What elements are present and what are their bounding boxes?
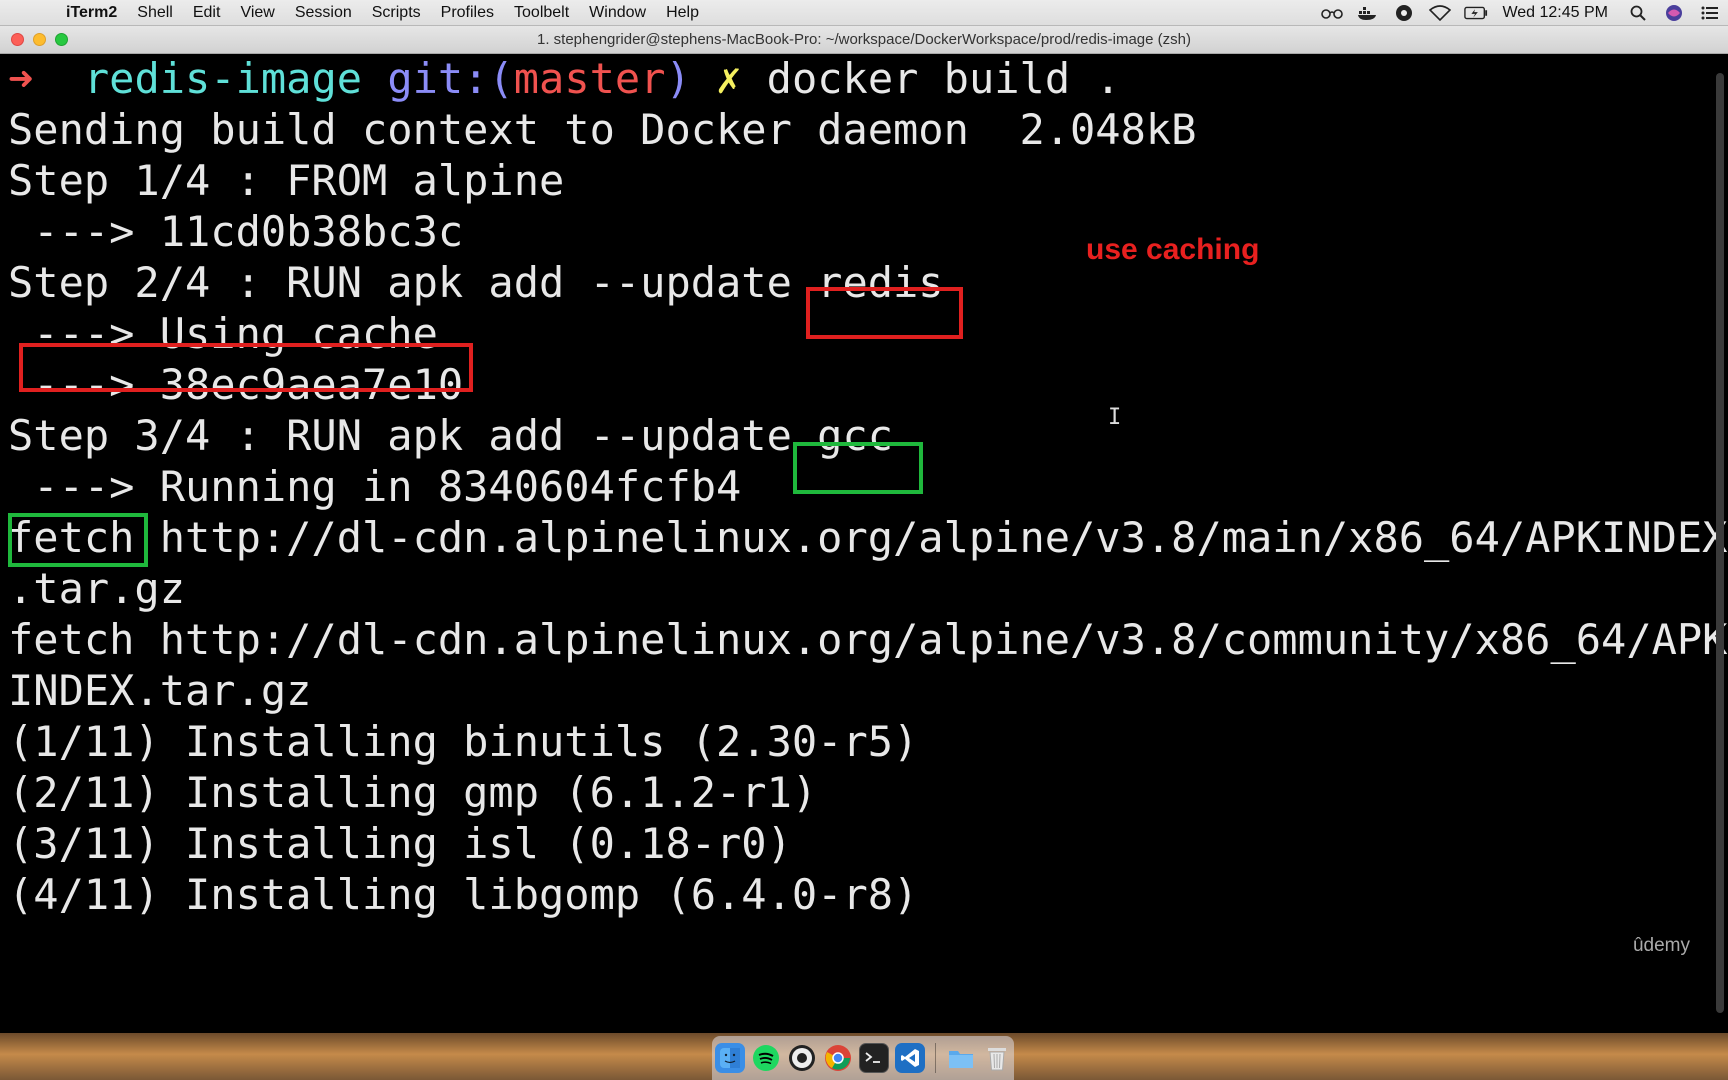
menu-session[interactable]: Session bbox=[285, 0, 362, 26]
prompt-command: docker build . bbox=[766, 54, 1121, 103]
prompt-dirty-icon: ✗ bbox=[716, 54, 742, 103]
output-line: Sending build context to Docker daemon 2… bbox=[8, 105, 1197, 154]
output-line: (4/11) Installing libgomp (6.4.0-r8) bbox=[8, 870, 919, 919]
menu-app-name[interactable]: iTerm2 bbox=[56, 0, 127, 26]
output-line: INDEX.tar.gz bbox=[8, 666, 312, 715]
spotify-icon[interactable] bbox=[751, 1043, 781, 1073]
terminal-area[interactable]: ➜ redis-image git:(master) ✗ docker buil… bbox=[0, 54, 1728, 1033]
highlight-fetch-box bbox=[8, 513, 148, 567]
notification-center-icon[interactable] bbox=[1698, 4, 1722, 22]
output-line: ---> 11cd0b38bc3c bbox=[8, 207, 464, 256]
output-line: fetch http://dl-cdn.alpinelinux.org/alpi… bbox=[8, 513, 1728, 562]
prompt-branch: master bbox=[513, 54, 666, 103]
siri-icon[interactable] bbox=[1662, 4, 1686, 22]
prompt-line: ➜ redis-image git:(master) ✗ docker buil… bbox=[8, 51, 1121, 107]
folder-icon[interactable] bbox=[946, 1043, 976, 1073]
dock-separator bbox=[934, 1043, 936, 1073]
menu-shell[interactable]: Shell bbox=[127, 0, 183, 26]
spotlight-search-icon[interactable] bbox=[1626, 4, 1650, 22]
prompt-arrow-icon: ➜ bbox=[8, 54, 34, 103]
use-caching-annotation: use caching bbox=[1086, 233, 1260, 266]
menubar-clock[interactable]: Wed 12:45 PM bbox=[1502, 4, 1608, 22]
menu-view[interactable]: View bbox=[230, 0, 284, 26]
window-title-bar[interactable]: 1. stephengrider@stephens-MacBook-Pro: ~… bbox=[0, 26, 1728, 54]
terminal-scrollbar[interactable] bbox=[1716, 73, 1724, 1013]
trash-icon[interactable] bbox=[982, 1043, 1012, 1073]
dock bbox=[712, 1036, 1014, 1080]
chrome-icon[interactable] bbox=[823, 1043, 853, 1073]
menu-window[interactable]: Window bbox=[579, 0, 656, 26]
docker-icon[interactable] bbox=[1356, 4, 1380, 22]
battery-icon[interactable] bbox=[1464, 4, 1488, 22]
text-cursor-icon: I bbox=[1108, 405, 1122, 430]
prompt-git-label: git:( bbox=[387, 54, 514, 103]
menu-profiles[interactable]: Profiles bbox=[431, 0, 504, 26]
output-line: (1/11) Installing binutils (2.30-r5) bbox=[8, 717, 919, 766]
terminal-icon[interactable] bbox=[858, 1043, 889, 1073]
output-line: .tar.gz bbox=[8, 564, 186, 613]
output-line: Step 3/4 : RUN apk add --update gcc bbox=[8, 411, 894, 460]
highlight-gcc-box bbox=[793, 442, 923, 494]
prompt-git-close: ) bbox=[665, 54, 691, 103]
status-area: Wed 12:45 PM bbox=[1314, 0, 1728, 26]
output-line: (3/11) Installing isl (0.18-r0) bbox=[8, 819, 792, 868]
vscode-icon[interactable] bbox=[894, 1043, 925, 1073]
obs-icon[interactable] bbox=[1392, 4, 1416, 22]
obs-icon[interactable] bbox=[787, 1043, 817, 1073]
output-line: ---> Running in 8340604fcfb4 bbox=[8, 462, 742, 511]
menu-help[interactable]: Help bbox=[656, 0, 709, 26]
output-line: Step 2/4 : RUN apk add --update redis bbox=[8, 258, 944, 307]
menu-toolbelt[interactable]: Toolbelt bbox=[504, 0, 579, 26]
glasses-icon[interactable] bbox=[1320, 4, 1344, 22]
wifi-icon[interactable] bbox=[1428, 4, 1452, 22]
menu-bar: iTerm2 Shell Edit View Session Scripts P… bbox=[0, 0, 1728, 26]
output-line: Step 1/4 : FROM alpine bbox=[8, 156, 565, 205]
highlight-redis-box bbox=[806, 287, 963, 339]
window-title: 1. stephengrider@stephens-MacBook-Pro: ~… bbox=[537, 31, 1191, 48]
output-line: fetch http://dl-cdn.alpinelinux.org/alpi… bbox=[8, 615, 1728, 664]
output-line: (2/11) Installing gmp (6.1.2-r1) bbox=[8, 768, 818, 817]
udemy-watermark: ûdemy bbox=[1632, 935, 1690, 956]
menu-scripts[interactable]: Scripts bbox=[362, 0, 431, 26]
menu-edit[interactable]: Edit bbox=[183, 0, 231, 26]
highlight-using-cache-box bbox=[19, 343, 473, 392]
finder-icon[interactable] bbox=[714, 1043, 745, 1073]
prompt-directory: redis-image bbox=[83, 54, 363, 103]
